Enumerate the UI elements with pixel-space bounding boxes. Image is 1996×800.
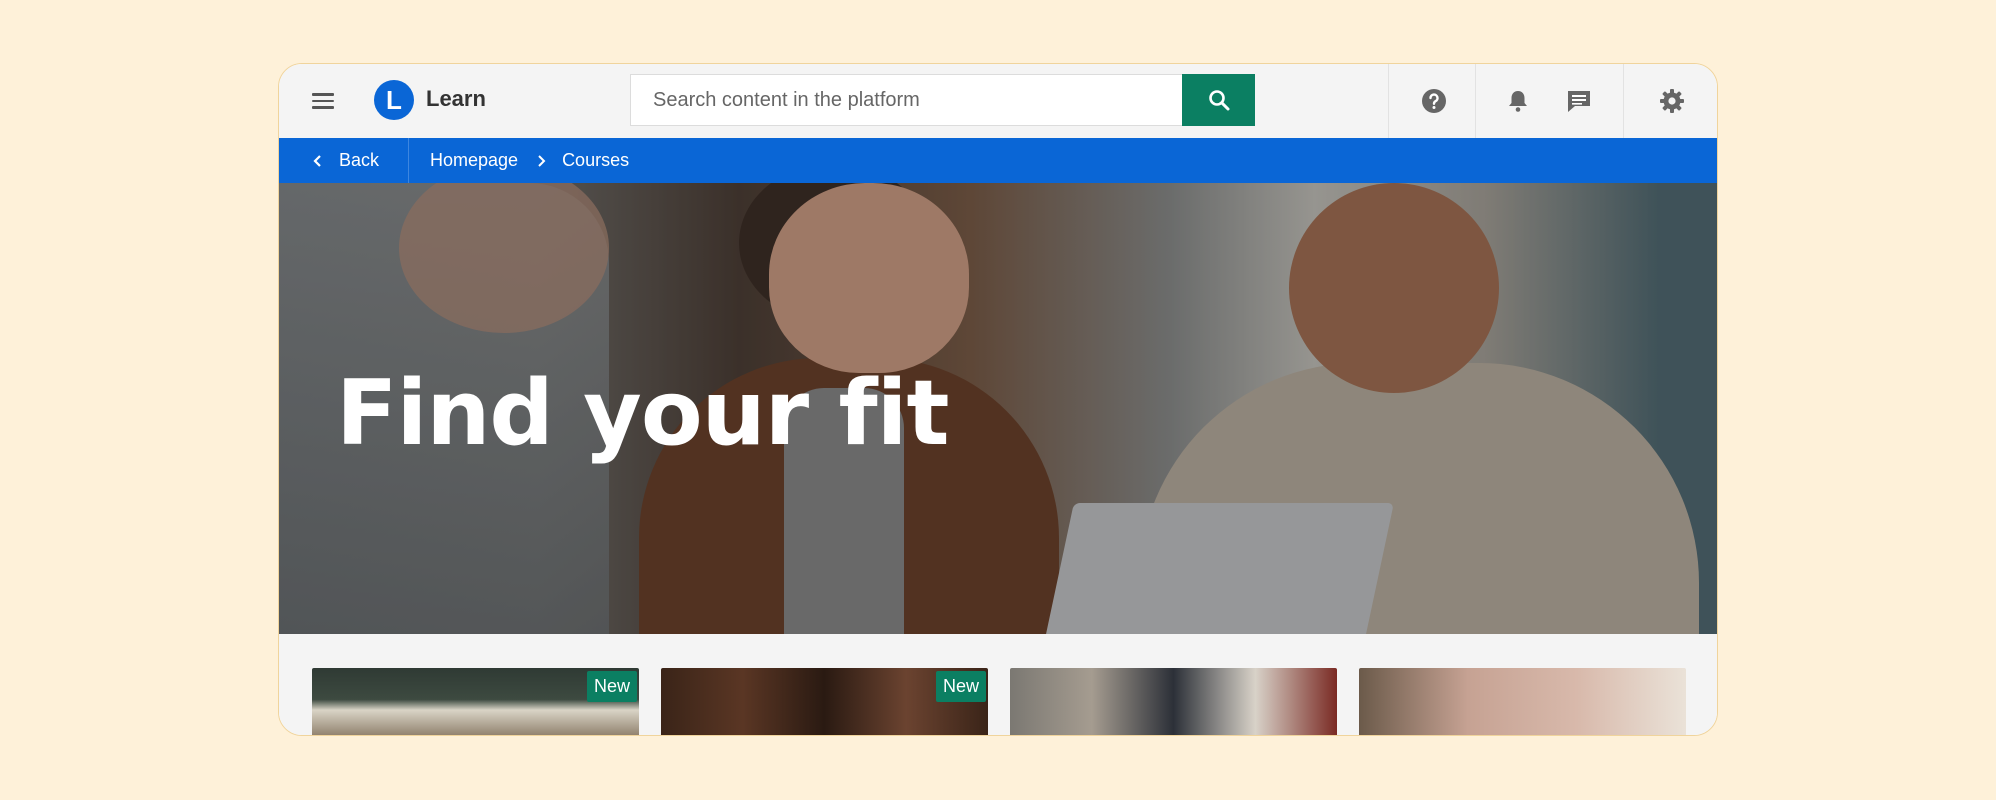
settings-button[interactable] <box>1652 81 1692 121</box>
page-background: L Learn Search content in the platform B… <box>0 0 1996 800</box>
breadcrumb: Homepage Courses <box>430 138 629 183</box>
breadcrumb-item-courses: Courses <box>562 150 630 170</box>
toolbar-divider <box>1388 64 1389 138</box>
new-badge: New <box>935 671 986 702</box>
chevron-left-icon <box>313 154 321 167</box>
breadcrumb-item-homepage[interactable]: Homepage <box>430 150 518 171</box>
breadcrumb-bar: Back Homepage Courses <box>279 138 1717 183</box>
breadcrumb-divider <box>408 138 409 183</box>
chat-icon <box>1568 91 1590 112</box>
toolbar-divider <box>1623 64 1624 138</box>
course-cards: New New <box>279 634 1717 735</box>
hamburger-icon <box>312 93 336 109</box>
menu-button[interactable] <box>312 90 336 112</box>
brand-name[interactable]: Learn <box>426 86 486 112</box>
course-card[interactable] <box>1010 668 1337 735</box>
messages-button[interactable] <box>1559 81 1599 121</box>
app-window: L Learn Search content in the platform B… <box>278 63 1718 736</box>
search-input[interactable] <box>631 75 1183 125</box>
top-bar: L Learn <box>279 64 1717 139</box>
help-button[interactable] <box>1414 81 1454 121</box>
hero-title: Find your fit <box>336 361 949 466</box>
gear-icon <box>1660 89 1684 113</box>
hero-banner: Find your fit <box>279 183 1717 634</box>
course-card[interactable] <box>1359 668 1686 735</box>
help-icon <box>1422 89 1446 113</box>
new-badge: New <box>586 671 637 702</box>
toolbar-divider <box>1475 64 1476 138</box>
search-icon <box>1208 90 1229 111</box>
back-label: Back <box>339 150 380 170</box>
course-card[interactable]: New <box>312 668 639 735</box>
notifications-button[interactable] <box>1498 81 1538 121</box>
back-button[interactable]: Back <box>311 138 379 183</box>
search-box <box>630 74 1255 126</box>
chevron-right-icon <box>538 154 546 167</box>
search-button[interactable] <box>1182 74 1255 126</box>
bell-icon <box>1509 91 1527 112</box>
course-card[interactable]: New <box>661 668 988 735</box>
brand-logo[interactable]: L <box>374 80 414 120</box>
